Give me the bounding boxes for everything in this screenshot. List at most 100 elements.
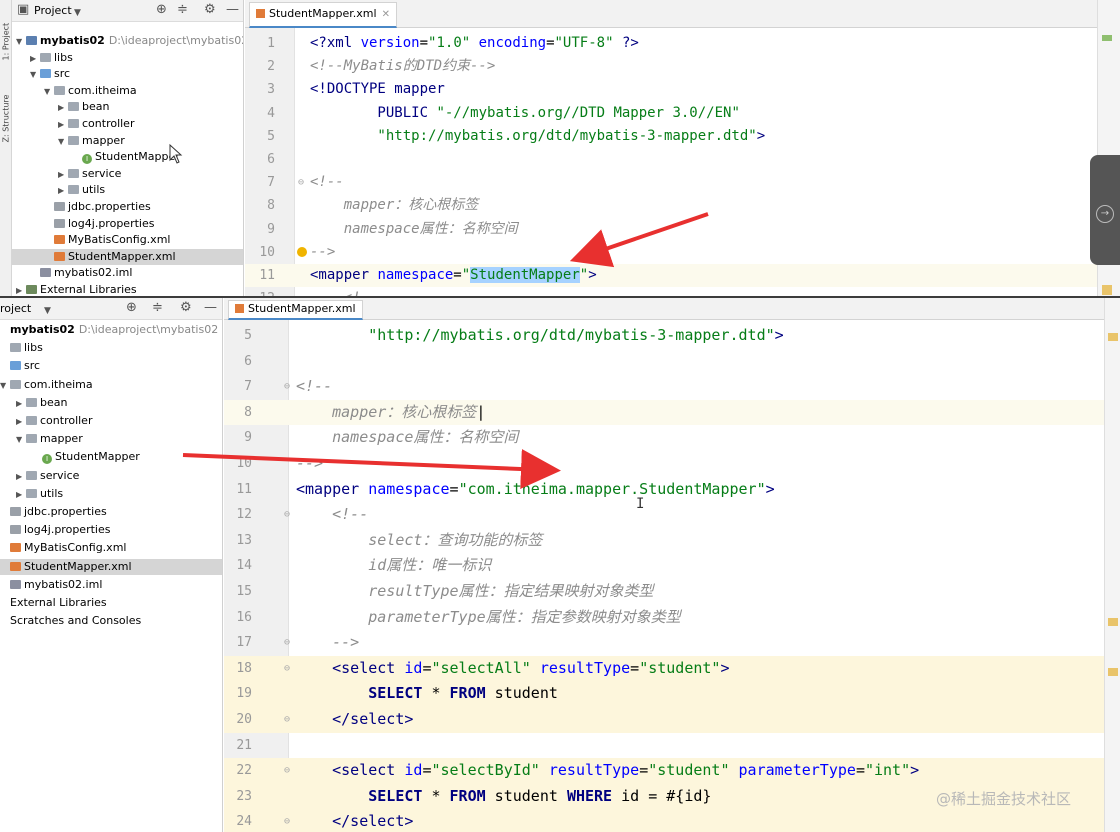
tree-item[interactable]: I StudentMapper: [0, 449, 222, 465]
tree-item[interactable]: mybatis02.iml: [12, 265, 243, 281]
code-line[interactable]: 24 ⊖ </select>: [224, 809, 1104, 832]
code-line[interactable]: 5 "http://mybatis.org/dtd/mybatis-3-mapp…: [245, 125, 1097, 148]
code-line[interactable]: 7 ⊖ <!--: [245, 171, 1097, 194]
tree-item[interactable]: MyBatisConfig.xml: [0, 540, 222, 556]
close-icon[interactable]: ✕: [382, 9, 390, 20]
fold-icon[interactable]: ⊖: [284, 374, 290, 400]
tree-item[interactable]: log4j.properties: [0, 522, 222, 538]
fold-icon[interactable]: ⊖: [298, 171, 304, 194]
project-panel-title[interactable]: Project: [34, 4, 72, 17]
code-line[interactable]: 12 ⊖ <!--: [224, 502, 1104, 528]
tree-item[interactable]: ▶ libs: [12, 50, 243, 67]
chevron-down-icon[interactable]: ▼: [0, 378, 10, 394]
tree-item[interactable]: I StudentMapper: [12, 149, 243, 165]
editor-tab-studentmapper-xml[interactable]: StudentMapper.xml ✕: [249, 2, 397, 28]
code-line[interactable]: 11 <mapper namespace="StudentMapper">: [245, 264, 1097, 287]
gear-icon[interactable]: ⚙: [180, 300, 192, 316]
chevron-down-icon[interactable]: ▼: [30, 67, 40, 83]
code-line[interactable]: 8 mapper：核心根标签|: [224, 399, 1104, 426]
tree-item[interactable]: mybatis02 D:\ideaproject\mybatis02: [0, 322, 222, 338]
tree-item[interactable]: jdbc.properties: [12, 199, 243, 215]
tree-item[interactable]: ▼ mapper: [0, 431, 222, 448]
code-line[interactable]: 15 resultType属性：指定结果映射对象类型: [224, 579, 1104, 605]
code-line[interactable]: 10 -->: [245, 241, 1097, 264]
tree-item[interactable]: ▶ utils: [0, 486, 222, 503]
code-editor[interactable]: StudentMapper.xml ✕ 1 <?xml version="1.0" …: [245, 0, 1097, 298]
fold-icon[interactable]: ⊖: [284, 630, 290, 656]
tree-item[interactable]: External Libraries: [0, 595, 222, 611]
tree-item[interactable]: src: [0, 358, 222, 374]
editor-tab-studentmapper-xml[interactable]: StudentMapper.xml: [228, 300, 363, 320]
chevron-right-icon[interactable]: ▶: [16, 487, 26, 503]
chevron-down-icon[interactable]: ▼: [44, 84, 54, 100]
side-overlay-handle[interactable]: →: [1090, 155, 1120, 265]
project-panel-title[interactable]: roject: [0, 302, 31, 315]
code-line[interactable]: 1 <?xml version="1.0" encoding="UTF-8" ?>: [245, 32, 1097, 55]
code-line[interactable]: 21: [224, 733, 1104, 759]
chevron-down-icon[interactable]: ▼: [16, 432, 26, 448]
code-line[interactable]: 14 id属性：唯一标识: [224, 553, 1104, 579]
code-line[interactable]: 7 ⊖ <!--: [224, 374, 1104, 400]
gear-icon[interactable]: ⚙: [204, 2, 216, 18]
tree-item[interactable]: ▼ mybatis02 D:\ideaproject\mybatis02: [12, 33, 243, 50]
tree-item[interactable]: mybatis02.iml: [0, 577, 222, 593]
code-line[interactable]: 17 ⊖ -->: [224, 630, 1104, 656]
chevron-right-icon[interactable]: ▶: [16, 414, 26, 430]
tree-item[interactable]: ▶ bean: [0, 395, 222, 412]
tree-item[interactable]: ▼ com.itheima: [0, 377, 222, 394]
fold-icon[interactable]: ⊖: [284, 707, 290, 733]
tree-item[interactable]: ▶ controller: [12, 116, 243, 133]
chevron-right-icon[interactable]: ▶: [16, 396, 26, 412]
tree-item[interactable]: StudentMapper.xml: [0, 558, 222, 575]
chevron-down-icon[interactable]: ▼: [74, 5, 81, 21]
locate-icon[interactable]: ⊕: [156, 2, 167, 18]
fold-icon[interactable]: ⊖: [284, 656, 290, 682]
code-line[interactable]: 3 <!DOCTYPE mapper: [245, 78, 1097, 101]
tree-item[interactable]: ▶ service: [12, 166, 243, 183]
chevron-down-icon[interactable]: ▼: [44, 303, 51, 319]
fold-icon[interactable]: ⊖: [284, 758, 290, 784]
chevron-right-icon[interactable]: ▶: [30, 51, 40, 67]
project-tool-button[interactable]: 1: Project: [2, 5, 11, 61]
tree-item[interactable]: jdbc.properties: [0, 504, 222, 520]
tree-item[interactable]: libs: [0, 340, 222, 356]
structure-tool-button[interactable]: Z: Structure: [2, 87, 11, 143]
code-line[interactable]: 6: [224, 349, 1104, 375]
chevron-right-icon[interactable]: ▶: [16, 469, 26, 485]
collapse-icon[interactable]: ≑: [152, 300, 163, 316]
chevron-down-icon[interactable]: ▼: [58, 134, 68, 150]
fold-icon[interactable]: ⊖: [284, 502, 290, 528]
code-line[interactable]: 22 ⊖ <select id="selectById" resultType="…: [224, 758, 1104, 784]
minimize-icon[interactable]: —: [226, 2, 239, 18]
tree-item[interactable]: ▶ utils: [12, 182, 243, 199]
code-line[interactable]: 16 parameterType属性：指定参数映射对象类型: [224, 605, 1104, 631]
tree-item[interactable]: Scratches and Consoles: [0, 613, 222, 629]
lightbulb-icon[interactable]: [297, 246, 307, 257]
code-line[interactable]: 20 ⊖ </select>: [224, 707, 1104, 733]
fold-icon[interactable]: ⊖: [284, 809, 290, 832]
code-line[interactable]: 18 ⊖ <select id="selectAll" resultType="s…: [224, 655, 1104, 682]
code-line[interactable]: 2 <!--MyBatis的DTD约束-->: [245, 55, 1097, 78]
editor-scrollbar[interactable]: [1104, 298, 1120, 832]
tree-item[interactable]: log4j.properties: [12, 216, 243, 232]
code-line[interactable]: 9 namespace属性：名称空间: [224, 425, 1104, 451]
code-line[interactable]: 6: [245, 148, 1097, 171]
code-line[interactable]: 19 SELECT * FROM student: [224, 681, 1104, 707]
tree-item[interactable]: ▶ controller: [0, 413, 222, 430]
tree-item[interactable]: ▼ com.itheima: [12, 83, 243, 100]
code-line[interactable]: 5 "http://mybatis.org/dtd/mybatis-3-mapp…: [224, 323, 1104, 349]
tree-item[interactable]: MyBatisConfig.xml: [12, 232, 243, 248]
code-line[interactable]: 4 PUBLIC "-//mybatis.org//DTD Mapper 3.0…: [245, 102, 1097, 125]
expand-arrow-icon[interactable]: →: [1096, 205, 1114, 223]
chevron-right-icon[interactable]: ▶: [58, 100, 68, 116]
minimize-icon[interactable]: —: [204, 300, 217, 316]
chevron-down-icon[interactable]: ▼: [16, 34, 26, 50]
code-editor[interactable]: StudentMapper.xml 5 "http://mybatis.org/…: [224, 298, 1104, 832]
locate-icon[interactable]: ⊕: [126, 300, 137, 316]
chevron-right-icon[interactable]: ▶: [58, 183, 68, 199]
code-line[interactable]: 11 <mapper namespace="com.itheima.mapper.…: [224, 477, 1104, 503]
tree-item[interactable]: StudentMapper.xml: [12, 248, 243, 265]
tree-item[interactable]: ▼ mapper: [12, 133, 243, 150]
chevron-right-icon[interactable]: ▶: [58, 117, 68, 133]
code-line[interactable]: 13 select：查询功能的标签: [224, 528, 1104, 554]
